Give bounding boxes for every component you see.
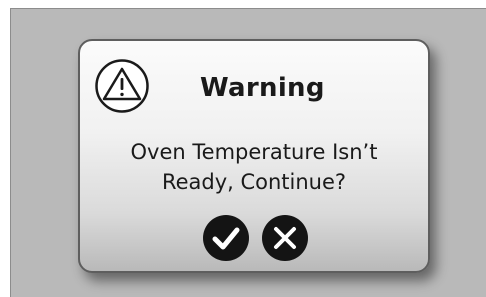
dialog-message-line-2: Ready, Continue?	[161, 170, 347, 194]
dialog-message-line-1: Oven Temperature Isn’t	[130, 140, 378, 164]
cancel-button[interactable]	[262, 215, 308, 261]
warning-triangle-icon	[94, 58, 150, 114]
confirm-button[interactable]	[203, 215, 249, 261]
dialog-message: Oven Temperature Isn’t Ready, Continue?	[80, 137, 428, 197]
checkmark-icon	[212, 227, 240, 250]
screen-background: Warning Oven Temperature Isn’t Ready, Co…	[10, 8, 486, 297]
close-x-icon	[274, 227, 296, 249]
warning-dialog: Warning Oven Temperature Isn’t Ready, Co…	[78, 39, 430, 273]
dialog-title: Warning	[200, 73, 325, 103]
